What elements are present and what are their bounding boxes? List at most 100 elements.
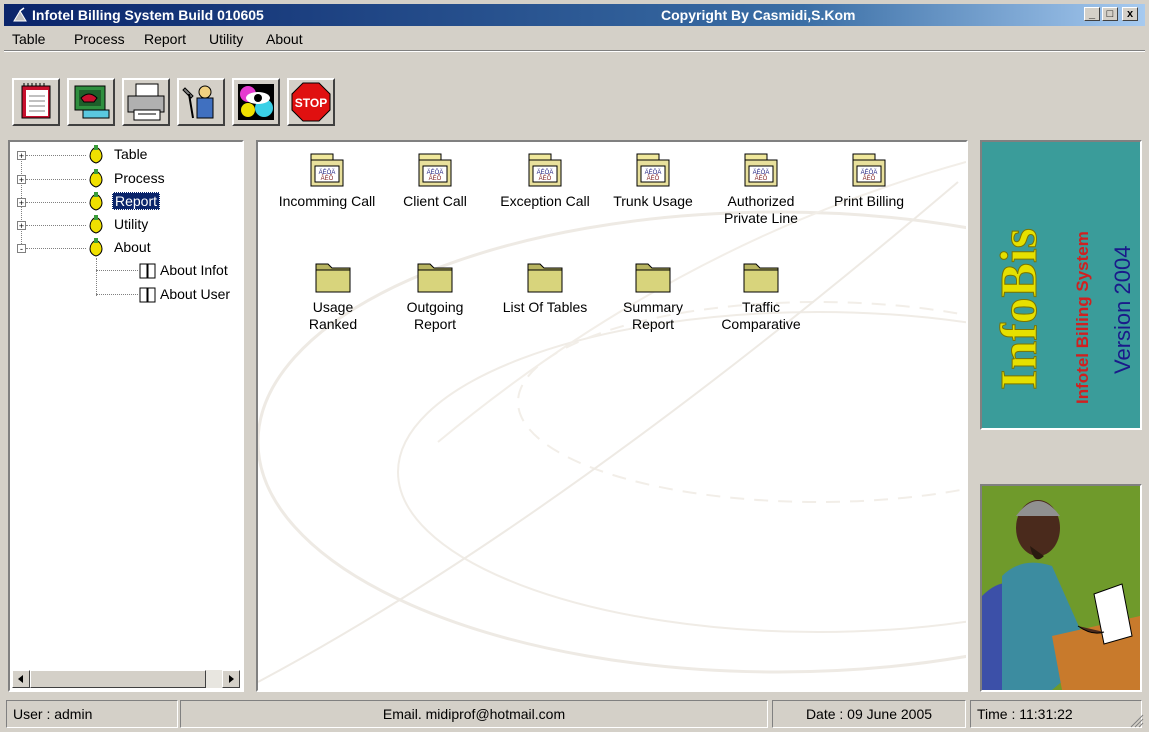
- tree-node-icon: [89, 192, 103, 211]
- toolbar-process-button[interactable]: [67, 78, 115, 126]
- report-module-icon: ÄÉÔÄÂÉÕ: [852, 153, 886, 187]
- tree-item-about[interactable]: About: [114, 239, 151, 255]
- svg-text:ÂÉÕ: ÂÉÕ: [647, 175, 660, 182]
- icon-label: Incomming Call: [278, 193, 376, 209]
- toolbar-table-button[interactable]: [12, 78, 60, 126]
- toolbar-utility-button[interactable]: [177, 78, 225, 126]
- svg-text:ÄÉÔÄ: ÄÉÔÄ: [753, 169, 770, 176]
- icon-label: Traffic Comparative: [721, 299, 801, 332]
- telephone-computer-icon: [74, 85, 110, 119]
- tree-item-about-user[interactable]: About User: [160, 286, 230, 302]
- resize-grip-icon[interactable]: [1130, 714, 1144, 728]
- tree-expand-report[interactable]: +: [17, 198, 26, 208]
- book-icon: [139, 263, 156, 279]
- brand-logo: InfoBis Infotel Billing System Version 2…: [991, 228, 1136, 404]
- copyright-text: Copyright By Casmidi,S.Kom: [661, 7, 856, 23]
- report-print-billing[interactable]: ÄÉÔÄ ÂÉÕ Print Billing: [814, 150, 924, 210]
- folder-icon: [743, 263, 779, 293]
- svg-text:ÂÉÕ: ÂÉÕ: [539, 175, 552, 182]
- icon-label: Trunk Usage: [613, 193, 693, 209]
- icon-label: Outgoing Report: [406, 299, 464, 332]
- businessman-illustration: [980, 484, 1142, 692]
- tree-item-utility[interactable]: Utility: [114, 216, 148, 232]
- tree-item-about-infot[interactable]: About Infot: [160, 262, 228, 278]
- printer-icon: [127, 83, 165, 121]
- tree-expand-about[interactable]: -: [17, 244, 26, 254]
- menu-about[interactable]: About: [266, 31, 303, 47]
- minimize-button[interactable]: _: [1084, 7, 1100, 21]
- folder-icon: [527, 263, 563, 293]
- report-incomming-call[interactable]: ÄÉÔÄ ÂÉÕ Incomming Call: [272, 150, 382, 210]
- svg-text:ÄÉÔÄ: ÄÉÔÄ: [427, 169, 444, 176]
- tree-panel[interactable]: + Table + Process + Report + Utility - A…: [8, 140, 244, 692]
- svg-text:ÄÉÔÄ: ÄÉÔÄ: [645, 169, 662, 176]
- tree-horizontal-scrollbar[interactable]: [12, 670, 240, 688]
- status-email: Email. midiprof@hotmail.com: [180, 700, 768, 728]
- tree-node-icon: [89, 145, 103, 164]
- book-icon: [139, 287, 156, 303]
- svg-text:ÂÉÕ: ÂÉÕ: [755, 175, 768, 182]
- folder-icon: [635, 263, 671, 293]
- report-trunk-usage[interactable]: ÄÉÔÄ ÂÉÕ Trunk Usage: [598, 150, 708, 210]
- tree-item-process[interactable]: Process: [114, 170, 165, 186]
- svg-text:ÂÉÕ: ÂÉÕ: [863, 175, 876, 182]
- icon-label: Print Billing: [833, 193, 905, 209]
- report-usage-ranked[interactable]: Usage Ranked: [278, 256, 388, 333]
- brand-panel: InfoBis Infotel Billing System Version 2…: [980, 140, 1142, 430]
- tools-icon: [182, 85, 214, 119]
- tree-expand-utility[interactable]: +: [17, 221, 26, 231]
- menu-table[interactable]: Table: [12, 31, 45, 47]
- toolbar-stop-button[interactable]: STOP: [287, 78, 335, 126]
- tree-node-icon: [89, 238, 103, 257]
- title-bar[interactable]: Infotel Billing System Build 010605 Copy…: [4, 4, 1145, 26]
- report-traffic-comparative[interactable]: Traffic Comparative: [706, 256, 816, 333]
- menu-process[interactable]: Process: [74, 31, 125, 47]
- toolbar-view-button[interactable]: [232, 78, 280, 126]
- report-module-icon: ÄÉÔÄÂÉÕ: [744, 153, 778, 187]
- menu-report[interactable]: Report: [144, 31, 186, 47]
- close-button[interactable]: x: [1122, 7, 1138, 21]
- report-client-call[interactable]: ÄÉÔÄ ÂÉÕ Client Call: [380, 150, 490, 210]
- scroll-right-button[interactable]: [222, 670, 240, 688]
- window-title: Infotel Billing System Build 010605: [32, 7, 264, 23]
- tree-expand-process[interactable]: +: [17, 175, 26, 185]
- tree-item-table[interactable]: Table: [114, 146, 147, 162]
- svg-text:ÂÉÕ: ÂÉÕ: [321, 175, 334, 182]
- report-list-of-tables[interactable]: List Of Tables: [490, 256, 600, 316]
- scroll-thumb[interactable]: [30, 670, 206, 688]
- background-ellipses: [258, 161, 966, 683]
- icon-label: Authorized Private Line: [724, 193, 798, 226]
- report-authorized-private-line[interactable]: ÄÉÔÄ ÂÉÕ Authorized Private Line: [706, 150, 816, 227]
- report-module-icon: ÄÉÔÄÂÉÕ: [636, 153, 670, 187]
- brand-subtitle: Infotel Billing System: [1073, 231, 1092, 404]
- brand-version: Version 2004: [1110, 246, 1135, 374]
- folder-icon: [315, 263, 351, 293]
- tree-expand-table[interactable]: +: [17, 151, 26, 161]
- toolbar-report-button[interactable]: [122, 78, 170, 126]
- folder-icon: [417, 263, 453, 293]
- status-time: Time : 11:31:22: [970, 700, 1142, 728]
- report-module-icon: ÄÉÔÄÂÉÕ: [310, 153, 344, 187]
- icon-label: List Of Tables: [502, 299, 588, 315]
- scroll-left-button[interactable]: [12, 670, 30, 688]
- status-user: User : admin: [6, 700, 178, 728]
- stop-label: STOP: [295, 96, 327, 110]
- tree-node-icon: [89, 215, 103, 234]
- svg-text:ÄÉÔÄ: ÄÉÔÄ: [319, 169, 336, 176]
- icon-label: Client Call: [403, 193, 467, 209]
- report-exception-call[interactable]: ÄÉÔÄ ÂÉÕ Exception Call: [490, 150, 600, 210]
- menu-utility[interactable]: Utility: [209, 31, 243, 47]
- icon-label: Exception Call: [500, 193, 590, 209]
- icon-label: Usage Ranked: [308, 299, 358, 332]
- man-on-phone-image: [982, 486, 1140, 690]
- svg-text:ÄÉÔÄ: ÄÉÔÄ: [537, 169, 554, 176]
- notebook-icon: [21, 83, 51, 119]
- report-module-icon: ÄÉÔÄÂÉÕ: [528, 153, 562, 187]
- colorful-eye-icon: [238, 84, 274, 120]
- tree-item-report[interactable]: Report: [112, 192, 161, 210]
- arrow-right-icon: [229, 675, 234, 683]
- maximize-button[interactable]: □: [1102, 7, 1118, 21]
- brand-logo-text: InfoBis: [991, 228, 1048, 390]
- report-outgoing-report[interactable]: Outgoing Report: [380, 256, 490, 333]
- report-summary-report[interactable]: Summary Report: [598, 256, 708, 333]
